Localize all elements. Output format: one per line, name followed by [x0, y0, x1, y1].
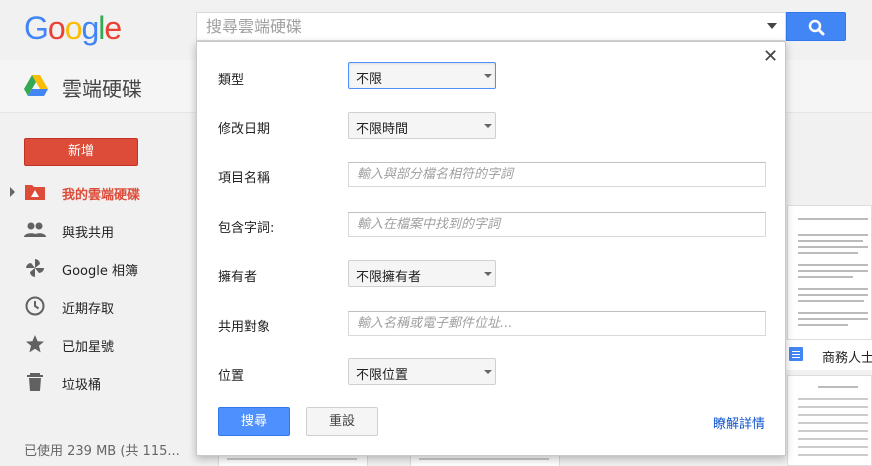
- sidebar-item-label: 近期存取: [62, 302, 115, 317]
- modified-label: 修改日期: [218, 122, 271, 137]
- drive-title[interactable]: 雲端硬碟: [62, 73, 142, 102]
- type-select[interactable]: 不限: [348, 62, 496, 89]
- select-value: 不限時間: [356, 122, 409, 137]
- chevron-down-icon: [484, 124, 492, 128]
- location-select[interactable]: 不限位置: [348, 358, 496, 385]
- contains-words-label: 包含字詞:: [218, 221, 275, 236]
- item-name-label: 項目名稱: [218, 171, 271, 186]
- sidebar-item-starred[interactable]: 已加星號: [0, 325, 200, 363]
- logo-letter: o: [64, 10, 83, 46]
- logo-letter: G: [24, 10, 49, 46]
- chevron-down-icon: [484, 74, 492, 78]
- close-icon[interactable]: ✕: [763, 48, 778, 66]
- search-options-dropdown-icon[interactable]: [767, 23, 777, 29]
- sidebar: 新增 我的雲端硬碟 與我共用 Google 相簿 近期存取 已加星號 垃圾桶 已…: [0, 113, 200, 466]
- search-input[interactable]: [197, 13, 757, 40]
- owner-label: 擁有者: [218, 270, 258, 285]
- sidebar-item-label: 與我共用: [62, 226, 115, 241]
- clock-icon: [25, 296, 45, 316]
- chevron-down-icon: [484, 370, 492, 374]
- type-label: 類型: [218, 73, 245, 88]
- contains-words-input[interactable]: [348, 212, 766, 237]
- google-docs-icon: [789, 347, 803, 361]
- sidebar-item-recent[interactable]: 近期存取: [0, 287, 200, 325]
- search-submit-button[interactable]: 搜尋: [218, 407, 290, 436]
- expand-arrow-icon[interactable]: [10, 187, 15, 197]
- trash-icon: [27, 373, 43, 391]
- file-thumbnail[interactable]: [787, 375, 872, 466]
- learn-more-link[interactable]: 瞭解詳情: [713, 413, 765, 432]
- owner-select[interactable]: 不限擁有者: [348, 260, 496, 287]
- file-card[interactable]: 商務人士: [785, 340, 872, 370]
- new-button[interactable]: 新增: [24, 138, 138, 166]
- file-name: 商務人士: [822, 351, 872, 366]
- item-name-input[interactable]: [348, 162, 766, 187]
- advanced-search-panel: ✕ 類型 不限 修改日期 不限時間 項目名稱 包含字詞: 擁有者 不限擁有者 共…: [196, 41, 786, 456]
- google-logo[interactable]: Google: [24, 10, 122, 47]
- my-drive-folder-icon: [25, 185, 45, 200]
- shared-people-icon: [24, 222, 46, 237]
- sidebar-item-trash[interactable]: 垃圾桶: [0, 363, 200, 401]
- search-button[interactable]: [786, 12, 846, 41]
- sidebar-item-my-drive[interactable]: 我的雲端硬碟: [0, 173, 200, 211]
- select-value: 不限: [356, 72, 383, 87]
- logo-letter: e: [104, 10, 122, 46]
- modified-date-select[interactable]: 不限時間: [348, 112, 496, 139]
- sidebar-item-label: 我的雲端硬碟: [62, 188, 141, 203]
- shared-with-input[interactable]: [348, 311, 766, 336]
- location-label: 位置: [218, 369, 245, 384]
- storage-usage[interactable]: 已使用 239 MB (共 115...: [24, 440, 180, 459]
- photos-pinwheel-icon: [26, 259, 44, 277]
- logo-letter: g: [81, 10, 99, 46]
- shared-with-label: 共用對象: [218, 320, 271, 335]
- select-value: 不限擁有者: [356, 270, 422, 285]
- sidebar-item-google-photos[interactable]: Google 相簿: [0, 249, 200, 287]
- star-icon: [26, 335, 44, 353]
- sidebar-item-label: 垃圾桶: [62, 378, 102, 393]
- file-thumbnail[interactable]: [787, 205, 872, 340]
- chevron-down-icon: [484, 272, 492, 276]
- reset-button[interactable]: 重設: [306, 407, 378, 436]
- select-value: 不限位置: [356, 368, 409, 383]
- search-box: [196, 12, 786, 41]
- sidebar-item-shared-with-me[interactable]: 與我共用: [0, 211, 200, 249]
- sidebar-item-label: 已加星號: [62, 340, 115, 355]
- sidebar-item-label: Google 相簿: [62, 264, 138, 279]
- logo-letter: o: [47, 10, 66, 46]
- google-drive-icon[interactable]: [24, 75, 48, 102]
- magnifier-icon: [808, 19, 825, 36]
